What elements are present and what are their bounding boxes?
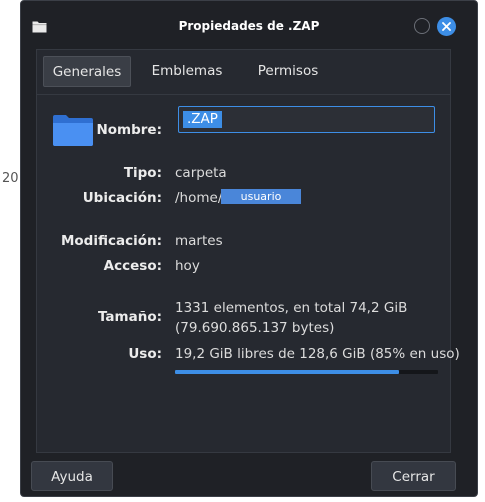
help-button[interactable]: Ayuda — [31, 461, 113, 491]
usage-value: 19,2 GiB libres de 128,6 GiB (85% en uso… — [175, 346, 460, 362]
properties-dialog: Propiedades de .ZAP Generales Emblemas P… — [20, 0, 478, 497]
accessed-label: Acceso: — [103, 258, 162, 274]
tab-pane: Generales Emblemas Permisos Nombre: .ZAP… — [36, 49, 460, 453]
tab-permisos[interactable]: Permisos — [244, 56, 332, 87]
location-user-redacted: usuario — [221, 189, 301, 204]
size-line-2: (79.690.865.137 bytes) — [175, 320, 335, 336]
tab-generales[interactable]: Generales — [43, 56, 131, 87]
usage-progress-bar — [175, 370, 438, 374]
window-title: Propiedades de .ZAP — [178, 19, 320, 33]
minimize-icon[interactable] — [414, 18, 430, 34]
size-label: Tamaño: — [97, 309, 162, 325]
tab-divider — [37, 94, 450, 95]
close-icon[interactable] — [437, 17, 456, 36]
type-value: carpeta — [175, 165, 227, 181]
background-text-fragment: 20 — [2, 171, 19, 186]
usage-label: Uso: — [128, 346, 162, 362]
name-label: Nombre: — [96, 122, 162, 138]
name-field[interactable]: .ZAP — [178, 106, 435, 133]
modified-value: martes — [175, 233, 223, 249]
type-label: Tipo: — [123, 165, 162, 181]
size-line-1: 1331 elementos, en total 74,2 GiB — [175, 300, 408, 316]
title-bar[interactable]: Propiedades de .ZAP — [21, 1, 477, 51]
tab-emblemas[interactable]: Emblemas — [143, 56, 231, 87]
usage-progress-fill — [175, 370, 399, 374]
close-button[interactable]: Cerrar — [371, 461, 456, 491]
modified-label: Modificación: — [60, 233, 162, 249]
location-label: Ubicación: — [82, 190, 162, 206]
accessed-value: hoy — [175, 258, 200, 274]
location-prefix: /home/ — [175, 190, 223, 206]
name-value-selected[interactable]: .ZAP — [183, 111, 222, 128]
